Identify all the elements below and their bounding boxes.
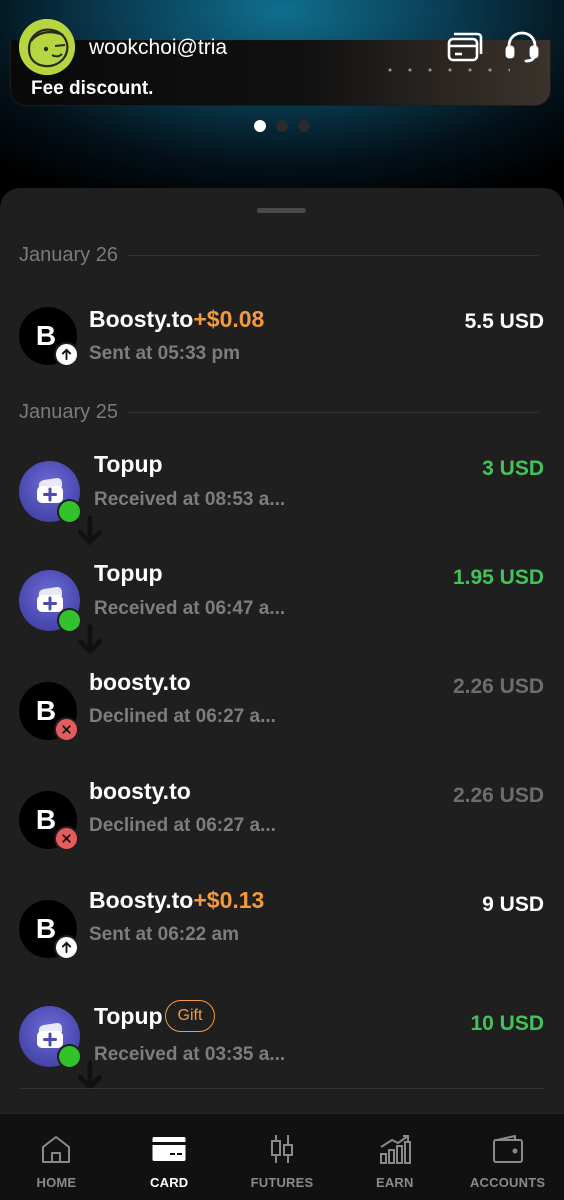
nav-item-card[interactable]: CARD (113, 1114, 226, 1200)
transaction-subtitle: Received at 08:53 a... (94, 489, 286, 510)
merchant-logo-letter: B (35, 695, 57, 726)
merchant-logo-letter: B (35, 913, 57, 944)
transaction-amount: 9 USD (482, 893, 544, 916)
carousel-dot[interactable] (254, 120, 266, 132)
transaction-row[interactable]: B Boosty.to +$0.13 Sent at 06:22 am 9 USD (0, 881, 564, 981)
nav-item-futures[interactable]: FUTURES (226, 1114, 339, 1200)
avatar[interactable] (19, 19, 75, 75)
nav-label: FUTURES (250, 1175, 314, 1190)
nav-label: CARD (150, 1175, 189, 1190)
transaction-title: Topup Gift (94, 1000, 216, 1032)
sent-arrow-icon (54, 935, 79, 960)
carousel-dot[interactable] (276, 120, 288, 132)
transaction-amount: 3 USD (482, 457, 544, 480)
nav-label: EARN (375, 1175, 414, 1190)
transaction-subtitle: Sent at 06:22 am (89, 924, 239, 945)
received-arrow-icon (57, 608, 103, 655)
merchant-logo: B (19, 900, 79, 960)
transaction-subtitle: Declined at 06:27 a... (89, 706, 276, 727)
transaction-title: boosty.to (89, 778, 191, 805)
merchant-logo: B (19, 307, 79, 367)
merchant-logo: B (19, 791, 79, 851)
nav-item-accounts[interactable]: ACCOUNTS (451, 1114, 564, 1200)
date-header: January 26 (19, 242, 539, 268)
transactions-sheet: January 26 B Boosty.to +$0.08 Sent at 05:… (0, 188, 564, 1113)
divider (127, 411, 539, 413)
transaction-title: Topup (94, 560, 163, 587)
received-arrow-icon (57, 499, 103, 546)
card-icon (152, 1137, 186, 1161)
transaction-amount: 1.95 USD (452, 566, 544, 589)
sheet-drag-handle[interactable] (257, 208, 306, 213)
banner-decoration (380, 66, 510, 74)
username: wookchoi@tria (89, 36, 228, 59)
chart-growth-icon (379, 1135, 411, 1164)
transaction-amount: 2.26 USD (452, 675, 544, 698)
divider (127, 254, 539, 256)
transaction-title: Boosty.to +$0.08 (89, 306, 264, 333)
transaction-subtitle: Received at 06:47 a... (94, 598, 286, 619)
nav-label: ACCOUNTS (469, 1175, 546, 1190)
transaction-row[interactable]: Topup Received at 08:53 a... 3 USD (0, 445, 564, 546)
nav-item-home[interactable]: HOME (0, 1114, 113, 1200)
transaction-row[interactable]: Topup Received at 06:47 a... 1.95 USD (0, 554, 564, 655)
declined-x-icon (54, 826, 79, 851)
merchant-name: boosty.to (89, 669, 191, 695)
headset-icon[interactable] (503, 29, 541, 65)
date-header: January 25 (19, 399, 539, 425)
carousel-dot[interactable] (298, 120, 310, 132)
topup-logo (19, 570, 103, 655)
merchant-name: Boosty.to (89, 887, 194, 913)
transaction-row[interactable]: B boosty.to Declined at 06:27 a... 2.26 … (0, 772, 564, 872)
transaction-amount: 10 USD (470, 1012, 544, 1035)
merchant-name: boosty.to (89, 778, 191, 804)
merchant-name: Topup (94, 451, 163, 477)
declined-x-icon (54, 717, 79, 742)
transaction-title: Boosty.to +$0.13 (89, 887, 264, 914)
transaction-title: Topup (94, 451, 163, 478)
transaction-row[interactable]: Topup Gift Received at 03:35 a... 10 USD (0, 990, 564, 1091)
merchant-logo-letter: B (35, 804, 57, 835)
nav-item-earn[interactable]: EARN (338, 1114, 451, 1200)
transaction-subtitle: Received at 03:35 a... (94, 1044, 286, 1065)
date-label: January 25 (19, 400, 118, 423)
transaction-amount: 2.26 USD (452, 784, 544, 807)
card-icon[interactable] (446, 29, 484, 65)
home-icon (42, 1136, 71, 1163)
transaction-title: boosty.to (89, 669, 191, 696)
candlestick-icon (270, 1135, 293, 1163)
date-label: January 26 (19, 243, 118, 266)
received-arrow-icon (57, 1044, 103, 1091)
merchant-name: Topup (94, 560, 163, 586)
cashback-bonus: +$0.08 (193, 306, 265, 332)
merchant-logo-letter: B (35, 320, 57, 351)
topup-logo (19, 1006, 103, 1091)
merchant-logo: B (19, 682, 79, 742)
cashback-bonus: +$0.13 (193, 887, 265, 913)
bottom-navigation: HOME CARD FUTURES EARN ACCOUNTS (0, 1113, 564, 1200)
divider (20, 1088, 544, 1089)
transaction-row[interactable]: B boosty.to Declined at 06:27 a... 2.26 … (0, 663, 564, 763)
header-area: Fee discount. wookchoi@tria (0, 0, 564, 200)
topup-logo (19, 461, 103, 546)
transaction-subtitle: Declined at 06:27 a... (89, 815, 276, 836)
banner-text: Fee discount. (31, 78, 154, 99)
gift-tag: Gift (164, 1000, 216, 1032)
nav-label: HOME (36, 1175, 77, 1190)
avatar-illustration (19, 19, 75, 75)
transaction-subtitle: Sent at 05:33 pm (89, 343, 240, 364)
sent-arrow-icon (54, 342, 79, 367)
transaction-amount: 5.5 USD (464, 310, 544, 333)
merchant-name: Boosty.to (89, 306, 194, 332)
merchant-name: Topup (94, 1002, 163, 1029)
wallet-icon (492, 1135, 523, 1163)
carousel-indicator (0, 120, 564, 132)
transaction-row[interactable]: B Boosty.to +$0.08 Sent at 05:33 pm 5.5 U… (0, 288, 564, 388)
